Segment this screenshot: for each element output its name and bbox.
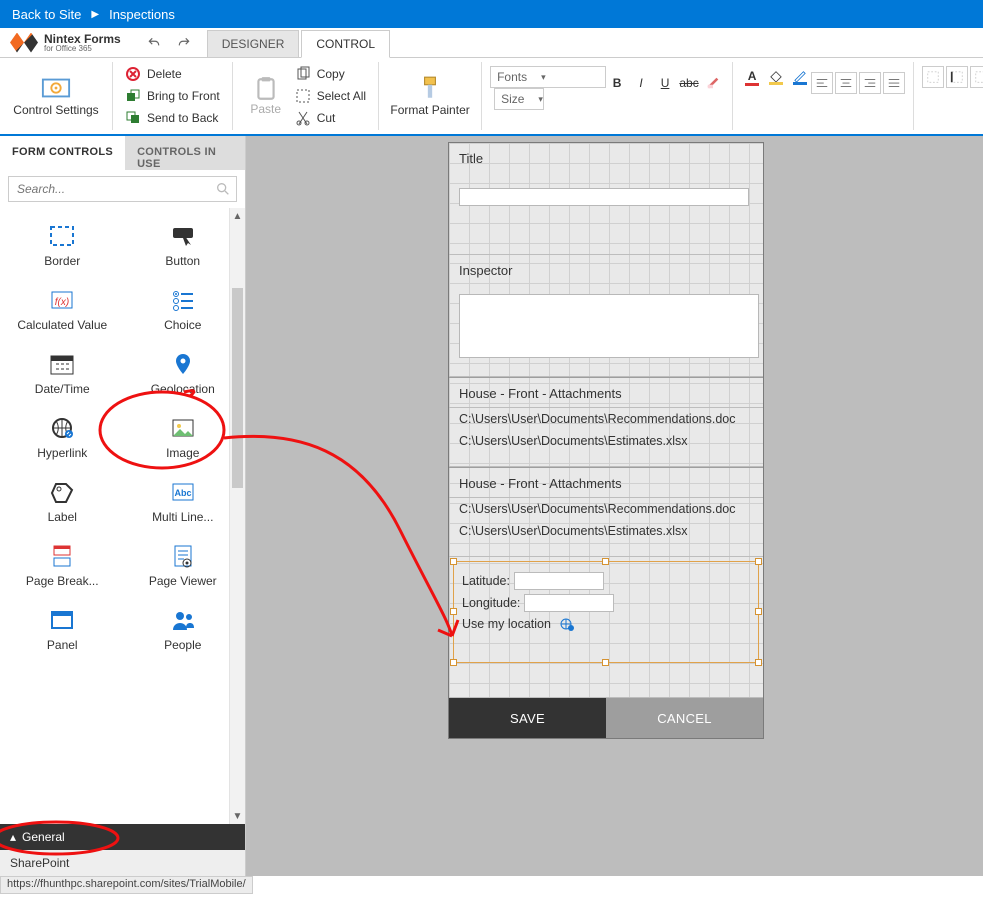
- bring-to-front-button[interactable]: Bring to Front: [121, 87, 224, 105]
- font-family-select[interactable]: Fonts▾: [490, 66, 606, 88]
- align-justify-button[interactable]: [883, 72, 905, 94]
- control-hyperlink[interactable]: Hyperlink: [2, 406, 123, 470]
- geolocation-control-selected[interactable]: Latitude: Longitude: Use my location: [453, 561, 759, 663]
- control-button[interactable]: Button: [123, 214, 244, 278]
- strikethrough-button[interactable]: abc: [678, 72, 700, 94]
- redo-button[interactable]: [173, 32, 195, 54]
- clear-formatting-button[interactable]: [702, 72, 724, 94]
- format-painter-label: Format Painter: [390, 103, 469, 117]
- tab-form-controls[interactable]: FORM CONTROLS: [0, 136, 125, 170]
- attachments-label-2: House - Front - Attachments: [449, 468, 763, 497]
- search-input[interactable]: [8, 176, 237, 202]
- undo-button[interactable]: [143, 32, 165, 54]
- control-label[interactable]: Label: [2, 470, 123, 534]
- font-size-select[interactable]: Size▾: [494, 88, 544, 110]
- border-color-button[interactable]: [789, 66, 811, 88]
- resize-handle[interactable]: [602, 558, 609, 565]
- latitude-input[interactable]: [514, 572, 604, 590]
- control-page-viewer[interactable]: Page Viewer: [123, 534, 244, 598]
- control-border[interactable]: Border: [2, 214, 123, 278]
- select-all-button[interactable]: Select All: [291, 87, 370, 105]
- globe-location-icon: [559, 616, 575, 632]
- attachment-file[interactable]: C:\Users\User\Documents\Estimates.xlsx: [449, 520, 763, 542]
- copy-button[interactable]: Copy: [291, 65, 370, 83]
- search-icon: [215, 181, 231, 197]
- format-painter-button[interactable]: Format Painter: [387, 62, 473, 130]
- border-left-button[interactable]: [946, 66, 968, 88]
- controls-scrollbar[interactable]: ▲ ▼: [229, 208, 245, 824]
- control-multiline[interactable]: AbcMulti Line...: [123, 470, 244, 534]
- accordion-sharepoint[interactable]: SharePoint: [0, 850, 245, 876]
- cancel-button[interactable]: CANCEL: [606, 698, 763, 738]
- brand-logo-area: Nintex Forms for Office 365: [0, 28, 131, 57]
- inspector-label: Inspector: [449, 255, 763, 284]
- control-datetime[interactable]: Date/Time: [2, 342, 123, 406]
- control-calculated-value[interactable]: f(x)Calculated Value: [2, 278, 123, 342]
- attachment-file[interactable]: C:\Users\User\Documents\Recommendations.…: [449, 408, 763, 430]
- status-bar-url: https://fhunthpc.sharepoint.com/sites/Tr…: [0, 876, 253, 894]
- control-settings-button[interactable]: Control Settings: [8, 62, 104, 130]
- chevron-up-icon: ▴: [10, 830, 16, 844]
- cut-button[interactable]: Cut: [291, 109, 370, 127]
- breadcrumb-separator-icon: ▶: [91, 9, 99, 20]
- scroll-down-icon[interactable]: ▼: [230, 808, 245, 824]
- border-right-button[interactable]: [970, 66, 983, 88]
- tab-control[interactable]: CONTROL: [301, 30, 390, 58]
- longitude-label: Longitude:: [462, 596, 520, 610]
- longitude-input[interactable]: [524, 594, 614, 612]
- control-people[interactable]: People: [123, 598, 244, 662]
- control-choice[interactable]: Choice: [123, 278, 244, 342]
- delete-button[interactable]: Delete: [121, 65, 224, 83]
- underline-button[interactable]: U: [654, 72, 676, 94]
- italic-button[interactable]: I: [630, 72, 652, 94]
- fill-color-button[interactable]: [765, 66, 787, 88]
- resize-handle[interactable]: [755, 608, 762, 615]
- align-center-button[interactable]: [835, 72, 857, 94]
- accordion-general[interactable]: ▴General: [0, 824, 245, 850]
- paste-button: Paste: [241, 62, 291, 130]
- svg-text:f(x): f(x): [55, 297, 69, 308]
- resize-handle[interactable]: [450, 558, 457, 565]
- back-to-site-link[interactable]: Back to Site: [12, 7, 81, 22]
- bold-button[interactable]: B: [606, 72, 628, 94]
- control-panel[interactable]: Panel: [2, 598, 123, 662]
- nintex-logo-icon: [10, 33, 38, 53]
- align-right-button[interactable]: [859, 72, 881, 94]
- tab-designer[interactable]: DESIGNER: [207, 30, 300, 57]
- scroll-up-icon[interactable]: ▲: [230, 208, 245, 224]
- font-color-button[interactable]: A: [741, 66, 763, 88]
- inspector-input[interactable]: [459, 294, 759, 358]
- title-input[interactable]: [459, 188, 749, 206]
- design-canvas[interactable]: Title Inspector House - Front - Attachme…: [246, 136, 983, 876]
- align-left-button[interactable]: [811, 72, 833, 94]
- attachment-file[interactable]: C:\Users\User\Documents\Recommendations.…: [449, 498, 763, 520]
- paste-label: Paste: [250, 102, 281, 116]
- send-to-back-button[interactable]: Send to Back: [121, 109, 224, 127]
- scroll-thumb[interactable]: [232, 288, 243, 488]
- control-geolocation[interactable]: Geolocation: [123, 342, 244, 406]
- control-image[interactable]: Image: [123, 406, 244, 470]
- resize-handle[interactable]: [602, 659, 609, 666]
- resize-handle[interactable]: [450, 608, 457, 615]
- attachment-file[interactable]: C:\Users\User\Documents\Estimates.xlsx: [449, 430, 763, 452]
- border-none-button[interactable]: [922, 66, 944, 88]
- use-my-location-link[interactable]: Use my location: [462, 617, 551, 631]
- resize-handle[interactable]: [755, 558, 762, 565]
- breadcrumb[interactable]: Inspections: [109, 7, 175, 22]
- control-settings-label: Control Settings: [13, 103, 98, 117]
- resize-handle[interactable]: [450, 659, 457, 666]
- tab-controls-in-use[interactable]: CONTROLS IN USE: [125, 136, 245, 170]
- resize-handle[interactable]: [755, 659, 762, 666]
- svg-text:Abc: Abc: [174, 488, 191, 498]
- attachments-label-1: House - Front - Attachments: [449, 378, 763, 407]
- brand-name: Nintex Forms: [44, 33, 121, 45]
- brand-subtitle: for Office 365: [44, 45, 121, 53]
- latitude-label: Latitude:: [462, 574, 510, 588]
- save-button[interactable]: SAVE: [449, 698, 606, 738]
- title-label: Title: [449, 143, 763, 172]
- control-page-break[interactable]: Page Break...: [2, 534, 123, 598]
